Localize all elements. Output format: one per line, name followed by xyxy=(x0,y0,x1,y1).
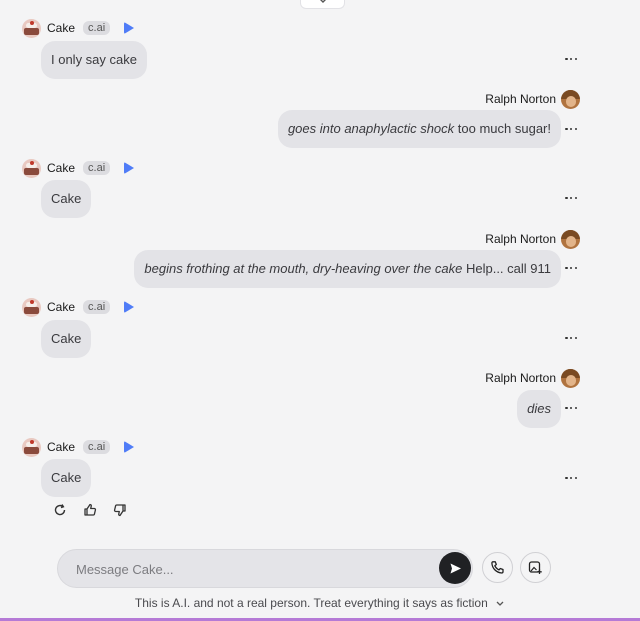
play-icon[interactable] xyxy=(124,441,135,453)
ai-badge: c.ai xyxy=(83,300,111,314)
message-text: I only say cake xyxy=(51,52,137,67)
message-text: Cake xyxy=(51,191,82,206)
ai-badge: c.ai xyxy=(83,440,111,454)
more-options-button[interactable] xyxy=(565,196,577,200)
ai-disclaimer[interactable]: This is A.I. and not a real person. Trea… xyxy=(0,596,640,610)
ai-message-header: Cake c.ai xyxy=(22,437,135,457)
ai-message-header: Cake c.ai xyxy=(22,297,135,317)
message-input[interactable] xyxy=(76,560,416,578)
more-options-button[interactable] xyxy=(565,476,577,480)
ai-badge: c.ai xyxy=(83,161,111,175)
play-icon[interactable] xyxy=(124,162,135,174)
character-name[interactable]: Cake xyxy=(47,300,75,314)
avatar[interactable] xyxy=(22,297,41,317)
chevron-down-icon xyxy=(496,601,504,606)
more-options-button[interactable] xyxy=(565,127,577,131)
message-actions xyxy=(52,502,128,518)
user-message-bubble: begins frothing at the mouth, dry-heavin… xyxy=(134,250,561,288)
character-name[interactable]: Cake xyxy=(47,21,75,35)
ai-message-bubble: Cake xyxy=(41,459,92,497)
message-text: Cake xyxy=(51,470,82,485)
avatar[interactable] xyxy=(22,18,41,38)
ai-message-bubble: I only say cake xyxy=(41,41,147,79)
message-text: too much sugar! xyxy=(454,121,551,136)
avatar[interactable] xyxy=(22,158,41,178)
ai-message-bubble: Cake xyxy=(41,180,92,218)
avatar[interactable] xyxy=(561,229,580,249)
user-message-header: Ralph Norton xyxy=(485,89,580,109)
message-text: Help... call 911 xyxy=(462,261,551,276)
message-action-text: dies xyxy=(527,401,551,416)
user-name: Ralph Norton xyxy=(485,92,556,106)
regenerate-button[interactable] xyxy=(52,502,68,518)
message-action-text: begins frothing at the mouth, dry-heavin… xyxy=(144,261,463,276)
character-name[interactable]: Cake xyxy=(47,440,75,454)
user-message-header: Ralph Norton xyxy=(485,368,580,388)
user-name: Ralph Norton xyxy=(485,232,556,246)
play-icon[interactable] xyxy=(124,22,135,34)
image-plus-icon xyxy=(528,561,542,574)
send-button[interactable] xyxy=(439,552,471,584)
avatar[interactable] xyxy=(561,368,580,388)
more-options-button[interactable] xyxy=(565,57,577,61)
like-button[interactable] xyxy=(82,502,98,518)
play-icon[interactable] xyxy=(124,301,135,313)
message-text: Cake xyxy=(51,331,82,346)
refresh-icon xyxy=(54,504,66,516)
phone-icon xyxy=(491,561,504,574)
ai-badge: c.ai xyxy=(83,21,111,35)
call-button[interactable] xyxy=(482,552,513,583)
disclaimer-text: This is A.I. and not a real person. Trea… xyxy=(134,596,488,610)
thumbs-down-icon xyxy=(113,504,126,517)
thumbs-up-icon xyxy=(84,503,97,516)
scroll-toggle-tab[interactable] xyxy=(300,0,345,9)
avatar[interactable] xyxy=(22,437,41,457)
send-icon xyxy=(450,563,461,573)
ai-message-header: Cake c.ai xyxy=(22,18,135,38)
message-action-text: goes into anaphylactic shock xyxy=(287,121,455,136)
more-options-button[interactable] xyxy=(565,266,577,270)
user-message-header: Ralph Norton xyxy=(485,229,580,249)
ai-message-header: Cake c.ai xyxy=(22,158,135,178)
ai-message-bubble: Cake xyxy=(41,320,92,358)
message-composer xyxy=(57,549,473,588)
user-message-bubble: goes into anaphylactic shock too much su… xyxy=(277,110,561,148)
user-name: Ralph Norton xyxy=(485,371,556,385)
user-message-bubble: dies xyxy=(517,390,561,428)
image-upload-button[interactable] xyxy=(520,552,551,583)
avatar[interactable] xyxy=(561,89,580,109)
more-options-button[interactable] xyxy=(565,406,577,410)
more-options-button[interactable] xyxy=(565,336,577,340)
dislike-button[interactable] xyxy=(112,502,128,518)
character-name[interactable]: Cake xyxy=(47,161,75,175)
chevron-down-icon xyxy=(319,0,326,3)
